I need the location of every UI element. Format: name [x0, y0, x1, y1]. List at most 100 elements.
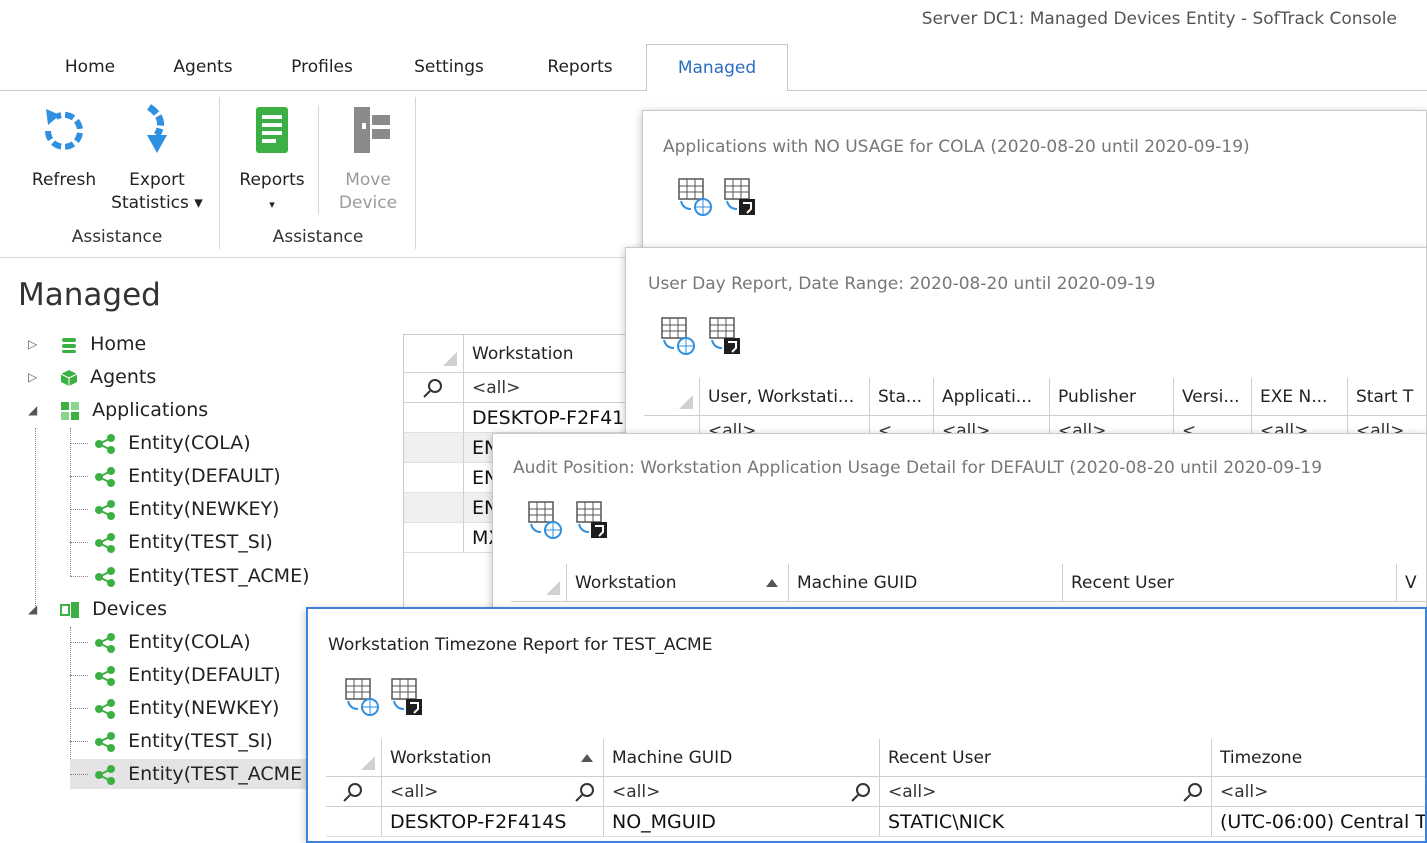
collapse-icon[interactable]: ◢: [28, 594, 37, 624]
row-indicator: [326, 807, 382, 837]
tab-reports[interactable]: Reports: [530, 44, 630, 91]
grid-corner[interactable]: [511, 564, 567, 602]
filter-recent-user-input[interactable]: <all>: [880, 777, 1212, 807]
column-header-label: Workstation: [575, 573, 677, 593]
grid-corner[interactable]: [404, 335, 464, 373]
export-file-icon[interactable]: [708, 316, 746, 356]
grid-cell[interactable]: DESKTOP-F2F414: [464, 403, 642, 433]
tab-settings[interactable]: Settings: [400, 44, 498, 91]
sort-ascending-icon: [766, 579, 778, 587]
sidebar-item-label: Entity(TEST_ACME): [128, 565, 310, 587]
sidebar-item-label: Entity(COLA): [128, 432, 251, 454]
column-header-recent-user[interactable]: Recent User: [880, 739, 1212, 777]
sidebar-item-label: Devices: [92, 598, 167, 620]
column-header-start-time[interactable]: Start T: [1348, 378, 1426, 416]
export-web-icon[interactable]: [677, 177, 715, 217]
export-file-icon[interactable]: [390, 677, 428, 717]
tree-line: [70, 741, 88, 742]
refresh-icon: [45, 109, 83, 150]
filter-machine-guid-input[interactable]: <all>: [604, 777, 880, 807]
sidebar-item-dev-newkey[interactable]: Entity(NEWKEY): [70, 693, 279, 723]
column-header-workstation[interactable]: Workstation: [567, 564, 789, 602]
cell-workstation[interactable]: DESKTOP-F2F414S: [382, 807, 604, 837]
sidebar-item-app-test-acme[interactable]: Entity(TEST_ACME): [70, 561, 310, 591]
sidebar-item-home[interactable]: ▷ Home: [28, 329, 146, 359]
collapse-icon[interactable]: ◢: [28, 395, 37, 425]
cell-machine-guid[interactable]: NO_MGUID: [604, 807, 880, 837]
column-header-user-workstation[interactable]: User, Workstati...: [700, 378, 870, 416]
filter-value: <all>: [888, 782, 937, 802]
column-header-version[interactable]: Versi...: [1174, 378, 1252, 416]
database-icon: [62, 337, 77, 353]
sidebar-item-devices[interactable]: ◢ Devices: [28, 594, 167, 624]
export-file-icon[interactable]: [723, 177, 761, 217]
sidebar-item-label: Entity(NEWKEY): [128, 697, 280, 719]
export-web-icon[interactable]: [344, 677, 382, 717]
expand-icon[interactable]: ▷: [28, 329, 37, 359]
column-header-truncated[interactable]: V: [1397, 564, 1426, 602]
cell-timezone[interactable]: (UTC-06:00) Central Ti: [1212, 807, 1425, 837]
cube-icon: [60, 369, 78, 386]
column-header-label: Workstation: [390, 748, 492, 768]
column-header-status[interactable]: Sta...: [870, 378, 934, 416]
column-header-machine-guid[interactable]: Machine GUID: [604, 739, 880, 777]
expand-icon[interactable]: ▷: [28, 362, 37, 392]
tree-line: [70, 576, 88, 577]
share-node-icon: [95, 731, 116, 752]
export-statistics-button[interactable]: Export Statistics ▾: [104, 101, 210, 215]
sidebar-item-label: Entity(TEST_SI): [128, 730, 273, 752]
export-file-icon[interactable]: [575, 500, 613, 540]
grid-corner[interactable]: [326, 739, 382, 777]
sidebar-item-app-test-si[interactable]: Entity(TEST_SI): [70, 527, 273, 557]
column-header-workstation[interactable]: Workstation: [382, 739, 604, 777]
filter-row-icon-cell: [404, 373, 464, 403]
sidebar-item-label: Entity(DEFAULT): [128, 465, 281, 487]
column-header-workstation[interactable]: Workstation: [464, 335, 642, 373]
export-web-icon[interactable]: [660, 316, 698, 356]
grid-corner[interactable]: [644, 378, 700, 416]
export-web-icon[interactable]: [527, 500, 565, 540]
sidebar-item-label: Entity(COLA): [128, 631, 251, 653]
sidebar-item-app-newkey[interactable]: Entity(NEWKEY): [70, 494, 279, 524]
row-indicator: [404, 493, 464, 523]
panel-timezone-report[interactable]: Workstation Timezone Report for TEST_ACM…: [306, 607, 1427, 843]
column-header-timezone[interactable]: Timezone: [1212, 739, 1425, 777]
export-arrow-icon: [146, 104, 167, 153]
sidebar-item-agents[interactable]: ▷ Agents: [28, 362, 156, 392]
row-indicator: [404, 523, 464, 553]
sidebar-item-label: Home: [90, 333, 147, 355]
share-node-icon: [95, 764, 116, 785]
tab-managed[interactable]: Managed: [646, 44, 788, 91]
filter-row-icon-cell: [326, 777, 382, 807]
tree-line: [70, 443, 88, 444]
filter-workstation-input[interactable]: <all>: [382, 777, 604, 807]
column-header-application[interactable]: Applicati...: [934, 378, 1050, 416]
column-header-recent-user[interactable]: Recent User: [1063, 564, 1397, 602]
column-header-publisher[interactable]: Publisher: [1050, 378, 1174, 416]
ribbon-separator-2: [318, 105, 319, 215]
tab-home[interactable]: Home: [50, 44, 130, 91]
filter-timezone-input[interactable]: <all>: [1212, 777, 1425, 807]
sidebar-item-applications[interactable]: ◢ Applications: [28, 395, 208, 425]
tab-profiles[interactable]: Profiles: [276, 44, 368, 91]
sidebar-item-label: Entity(DEFAULT): [128, 664, 281, 686]
sidebar-item-dev-cola[interactable]: Entity(COLA): [70, 627, 251, 657]
reports-button[interactable]: Reports ▾: [230, 101, 314, 216]
title-bar: Server DC1: Managed Devices Entity - Sof…: [0, 0, 1427, 40]
cell-recent-user[interactable]: STATIC\NICK: [880, 807, 1212, 837]
ribbon-separator-3: [415, 97, 416, 249]
sidebar-item-label: Applications: [92, 399, 209, 421]
share-node-icon: [95, 665, 116, 686]
column-header-machine-guid[interactable]: Machine GUID: [789, 564, 1063, 602]
refresh-button[interactable]: Refresh: [22, 101, 106, 192]
ribbon-tabs: Home Agents Profiles Settings Reports Ma…: [0, 44, 1427, 91]
tab-agents[interactable]: Agents: [160, 44, 246, 91]
filter-input[interactable]: <all>: [464, 373, 642, 403]
sidebar-item-dev-default[interactable]: Entity(DEFAULT): [70, 660, 281, 690]
sidebar-item-dev-test-acme[interactable]: Entity(TEST_ACME: [70, 759, 310, 789]
sidebar-item-app-cola[interactable]: Entity(COLA): [70, 428, 251, 458]
sidebar-item-app-default[interactable]: Entity(DEFAULT): [70, 461, 281, 491]
move-device-button[interactable]: Move Device: [326, 101, 410, 215]
column-header-exe-name[interactable]: EXE N...: [1252, 378, 1348, 416]
sidebar-item-dev-test-si[interactable]: Entity(TEST_SI): [70, 726, 273, 756]
